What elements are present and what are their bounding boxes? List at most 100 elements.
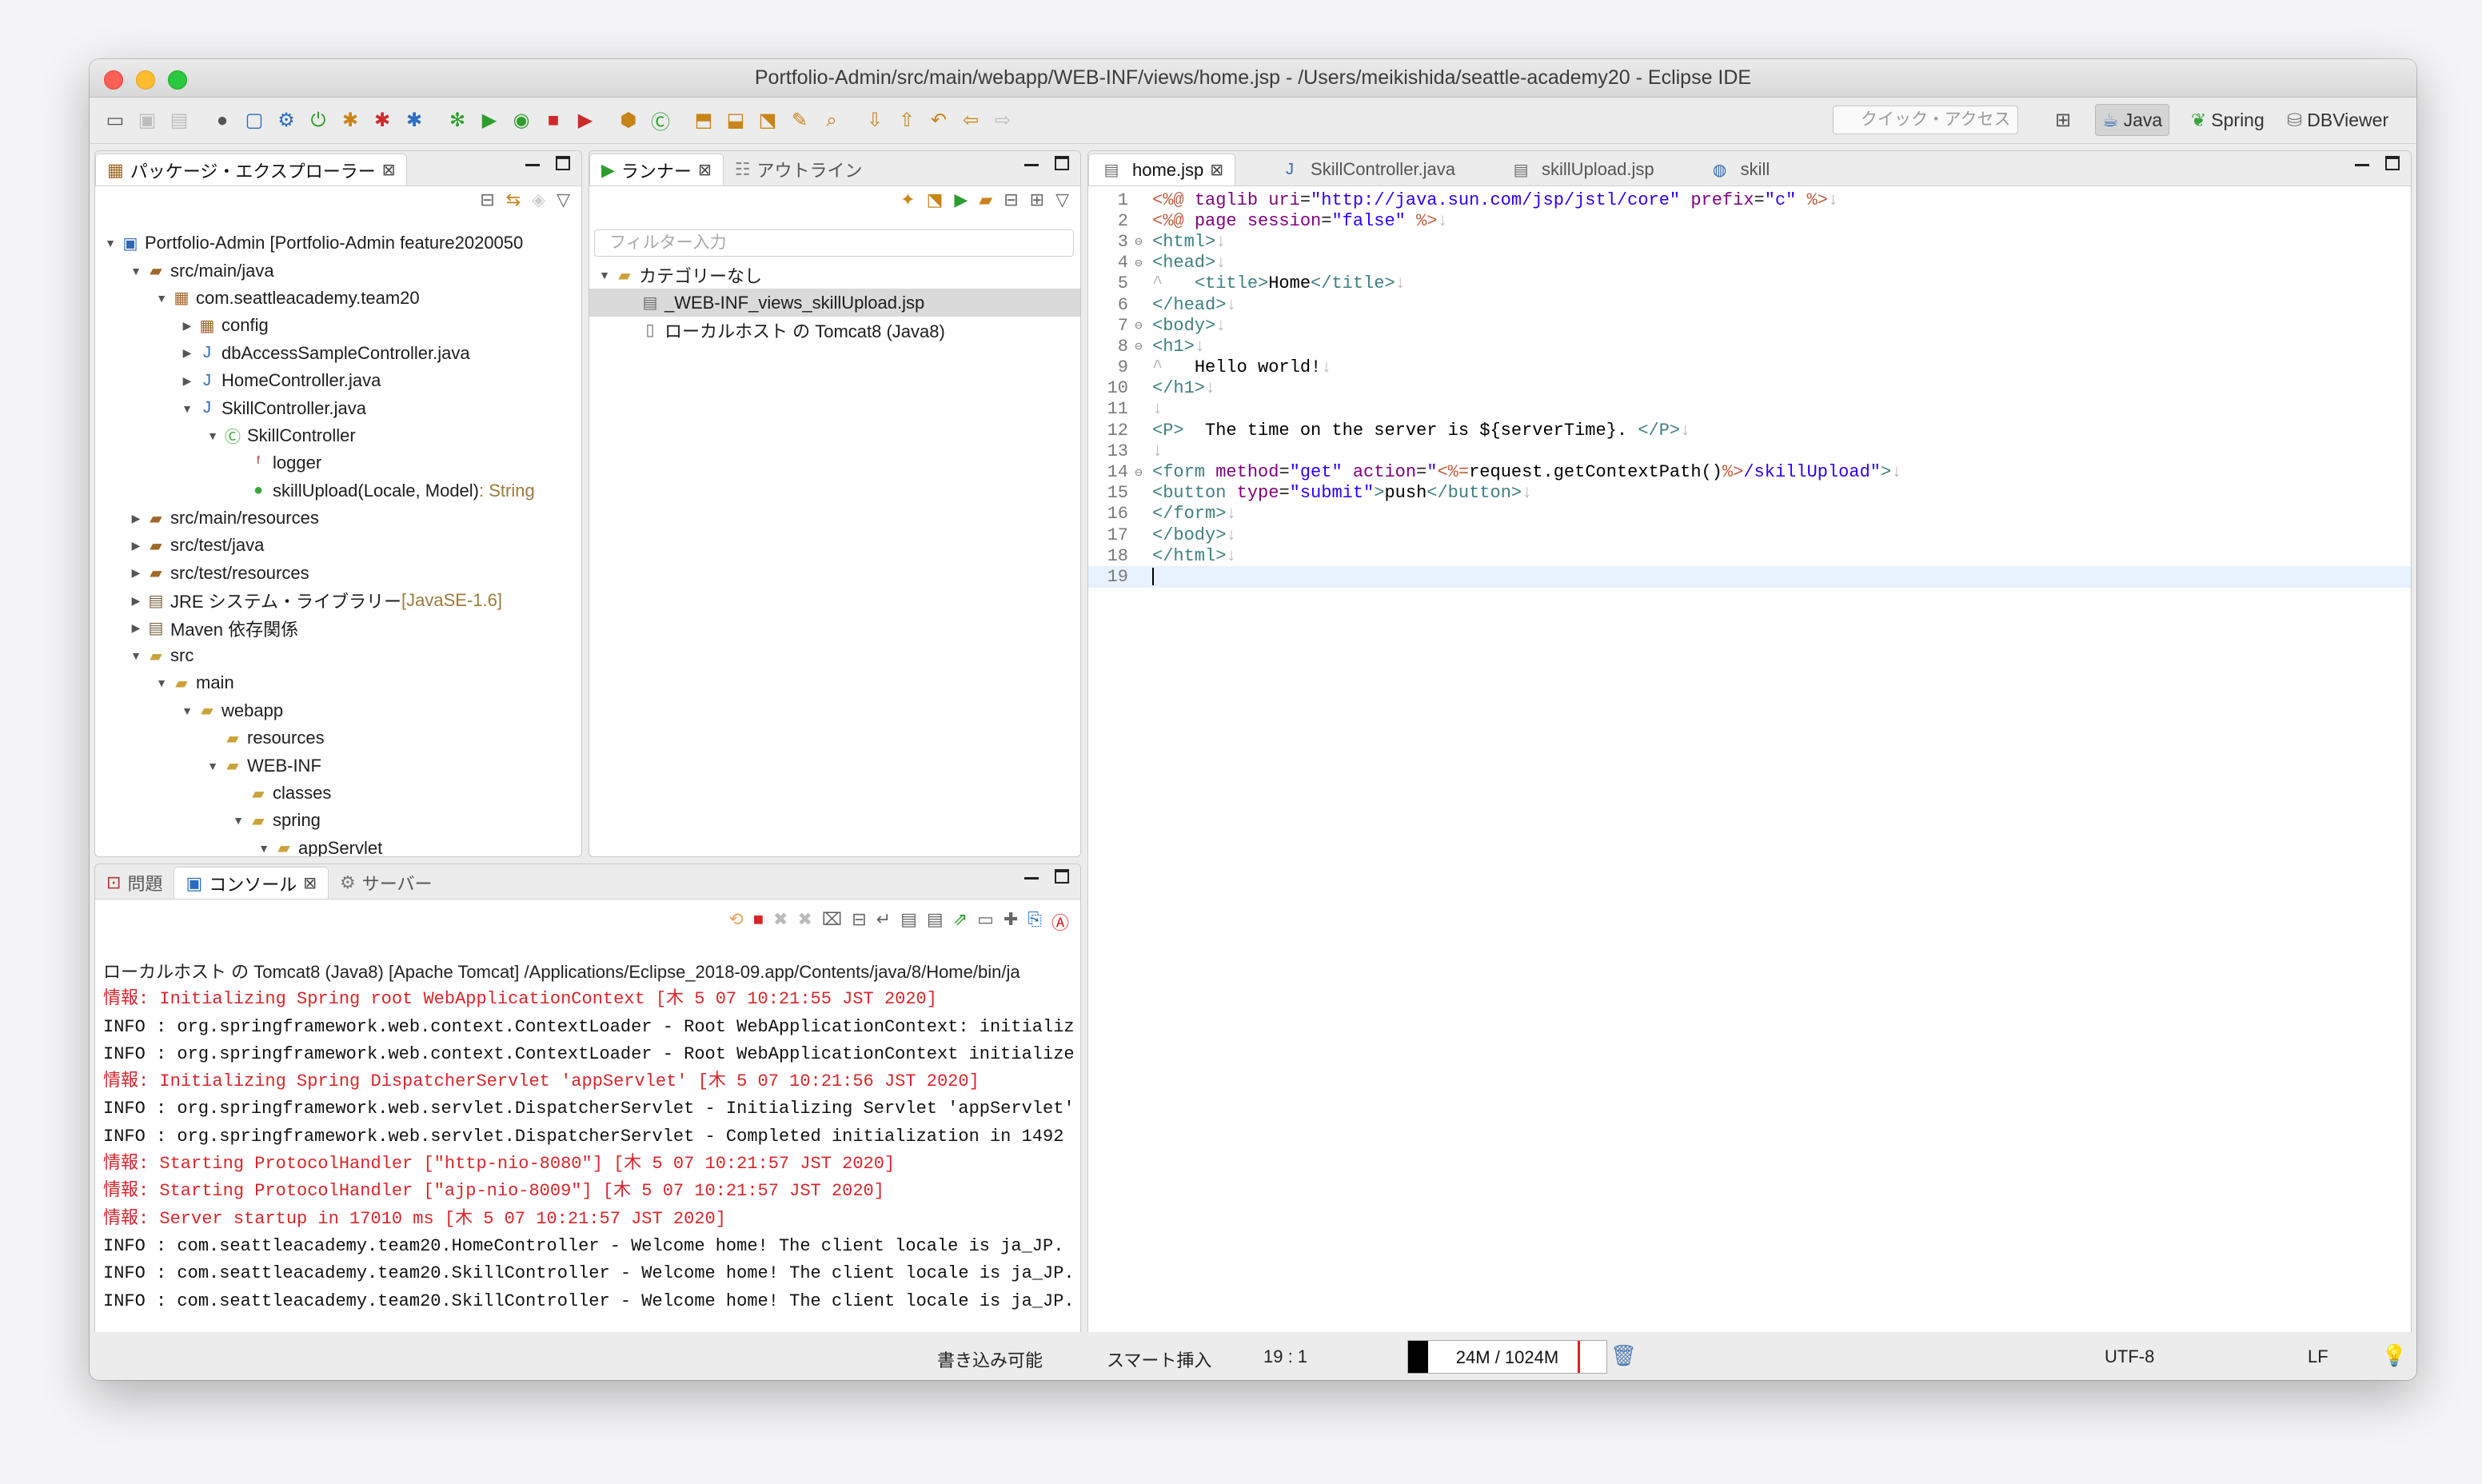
stop-icon[interactable]: ■ — [539, 106, 568, 135]
quick-access-input[interactable]: クイック・アクセス — [1833, 106, 2018, 134]
tomcat-stop-icon[interactable]: ✱ — [368, 106, 397, 135]
collapse-all-icon[interactable]: ⊟ — [480, 189, 494, 210]
chevron-down-icon[interactable]: ▼ — [153, 292, 170, 305]
maximize-icon[interactable] — [1055, 156, 1069, 170]
tree-item[interactable]: ● skillUpload(Locale, Model) : String — [95, 477, 581, 505]
chevron-right-icon[interactable]: ▶ — [127, 539, 145, 553]
perspective-java[interactable]: ☕ Java — [2095, 104, 2170, 136]
chevron-right-icon[interactable]: ▶ — [127, 512, 145, 525]
tree-item[interactable]: ▼ J SkillController.java — [95, 394, 581, 421]
minimize-icon[interactable] — [1024, 877, 1039, 880]
tree-item[interactable]: ▶ ▰ src/main/resources — [95, 505, 581, 532]
chevron-right-icon[interactable]: ▶ — [178, 319, 196, 333]
maximize-icon[interactable] — [2385, 156, 2400, 170]
maximize-icon[interactable] — [1055, 869, 1069, 884]
expand-all-icon[interactable]: ⊞ — [1030, 189, 1044, 210]
search-icon[interactable]: ⌕ — [817, 106, 846, 135]
next-annotation-icon[interactable]: ⇩ — [860, 106, 889, 135]
tree-item[interactable]: ▼ ▰ WEB-INF — [95, 752, 581, 779]
save-icon[interactable]: ▣ — [133, 106, 162, 135]
chevron-right-icon[interactable]: ▶ — [127, 566, 145, 580]
chevron-right-icon[interactable]: ▶ — [127, 621, 145, 635]
word-wrap-icon[interactable]: ↵ — [876, 909, 891, 935]
view-menu-icon[interactable]: ▽ — [557, 189, 570, 210]
power-icon[interactable]: ⏻ — [304, 106, 333, 135]
code-line[interactable]: 9 ^ Hello world!↓ — [1088, 357, 2411, 378]
chevron-down-icon[interactable]: ▼ — [127, 265, 145, 277]
code-line[interactable]: 12 <P> The time on the server is ${server… — [1088, 420, 2411, 441]
code-line[interactable]: 15 <button type="submit">push</button>↓ — [1088, 483, 2411, 504]
profile-icon[interactable]: ● — [208, 106, 237, 135]
copy-icon[interactable]: ⎘ — [1028, 909, 1042, 935]
tree-item[interactable]: ▼ ▦ com.seattleacademy.team20 — [95, 285, 581, 312]
tomcat-restart-icon[interactable]: ✱ — [400, 106, 429, 135]
chevron-down-icon[interactable]: ▼ — [178, 402, 196, 415]
collapse-all-icon[interactable]: ⊟ — [1004, 189, 1018, 210]
save-all-icon[interactable]: ▤ — [165, 106, 194, 135]
run-icon[interactable]: ▶ — [954, 189, 968, 210]
folder-icon[interactable]: ▰ — [979, 189, 992, 210]
tree-item[interactable]: ▤ _WEB-INF_views_skillUpload.jsp — [589, 289, 1080, 317]
tree-item[interactable]: ▶ ▦ config — [95, 312, 581, 339]
close-window-button[interactable] — [104, 70, 123, 90]
open-console-icon[interactable]: ✚ — [1004, 909, 1018, 935]
debug-icon[interactable]: ✻ — [443, 106, 472, 135]
code-line[interactable]: 6 </head>↓ — [1088, 294, 2411, 315]
code-line[interactable]: 16 </form>↓ — [1088, 504, 2411, 525]
new-icon[interactable]: ▭ — [101, 106, 130, 135]
fold-toggle-icon[interactable]: ⊖ — [1130, 465, 1147, 481]
open-perspective-icon[interactable]: ⊞ — [2049, 106, 2077, 134]
new-class-icon[interactable]: Ⓒ — [646, 106, 675, 135]
tree-item[interactable]: ▶ ▰ src/test/java — [95, 532, 581, 559]
tree-item[interactable]: ▼ ▰ src/main/java — [95, 257, 581, 284]
trash-icon[interactable]: 🗑 — [1610, 1343, 1637, 1368]
code-line[interactable]: 14 ⊖ <form method="get" action="<%=request… — [1088, 461, 2411, 482]
code-line[interactable]: 3 ⊖ <html>↓ — [1088, 231, 2411, 252]
tab-package-explorer[interactable]: ▦ パッケージ・エクスプローラー ⊠ — [95, 154, 408, 186]
editor-tab[interactable]: ▤ skillUpload.jsp — [1498, 154, 1666, 186]
code-line[interactable]: 5 ^ <title>Home</title>↓ — [1088, 273, 2411, 294]
code-line[interactable]: 13 ↓ — [1088, 441, 2411, 461]
tomcat-start-icon[interactable]: ✱ — [336, 106, 365, 135]
tree-item[interactable]: ▼ ▰ appServlet — [95, 835, 581, 856]
previous-annotation-icon[interactable]: ⇧ — [892, 106, 921, 135]
close-icon[interactable]: ⊠ — [698, 160, 712, 180]
chevron-down-icon[interactable]: ▼ — [153, 676, 170, 689]
chevron-down-icon[interactable]: ▼ — [127, 649, 145, 662]
code-line[interactable]: 8 ⊖ <h1>↓ — [1088, 336, 2411, 357]
forward-icon[interactable]: ⇨ — [988, 106, 1017, 135]
code-line[interactable]: 2 <%@ page session="false" %>↓ — [1088, 210, 2411, 231]
console-icon[interactable]: ▢ — [240, 106, 269, 135]
tree-item[interactable]: ▼ ▰ spring — [95, 807, 581, 834]
tree-item[interactable]: ▼ ▰ カテゴリーなし — [589, 261, 1080, 289]
tree-item[interactable]: ᶠ logger — [95, 449, 581, 477]
maximize-icon[interactable] — [556, 156, 570, 170]
pin-console-icon[interactable]: ⇗ — [953, 909, 968, 935]
chevron-right-icon[interactable]: ▶ — [178, 374, 196, 388]
last-edit-icon[interactable]: ↶ — [924, 106, 953, 135]
scroll-lock-icon[interactable]: ⊟ — [852, 909, 866, 935]
show-stdout-icon[interactable]: ▤ — [900, 909, 917, 935]
restart-icon[interactable]: ⟲ — [728, 909, 743, 935]
close-icon[interactable]: ⊠ — [303, 873, 317, 893]
view-menu-icon[interactable]: ▽ — [1055, 189, 1069, 210]
spring-boot-icon[interactable]: Ⓐ — [1051, 909, 1069, 935]
pen-icon[interactable]: ✎ — [785, 106, 814, 135]
clear-console-icon[interactable]: ⌧ — [822, 909, 842, 935]
fold-toggle-icon[interactable]: ⊖ — [1130, 317, 1147, 333]
chevron-down-icon[interactable]: ▼ — [255, 842, 273, 855]
run-icon[interactable]: ▶ — [475, 106, 504, 135]
editor-tab[interactable]: J SkillController.java — [1267, 154, 1466, 186]
tips-lightbulb-icon[interactable]: 💡 — [2381, 1343, 2407, 1368]
fold-toggle-icon[interactable]: ⊖ — [1130, 338, 1147, 354]
link-with-editor-icon[interactable]: ⇆ — [506, 189, 521, 210]
close-icon[interactable]: ⊠ — [1210, 160, 1223, 180]
tree-item[interactable]: ▶ JdbAccessSampleController.java — [95, 340, 581, 367]
open-folder-icon[interactable]: ⬔ — [927, 189, 944, 210]
code-line[interactable]: 10 </h1>↓ — [1088, 378, 2411, 399]
new-package-icon[interactable]: ⬢ — [614, 106, 643, 135]
tree-item[interactable]: ▶ ▰ src/test/resources — [95, 560, 581, 587]
chevron-right-icon[interactable]: ▶ — [127, 594, 145, 608]
zoom-window-button[interactable] — [168, 70, 187, 90]
close-icon[interactable]: ⊠ — [382, 160, 396, 180]
